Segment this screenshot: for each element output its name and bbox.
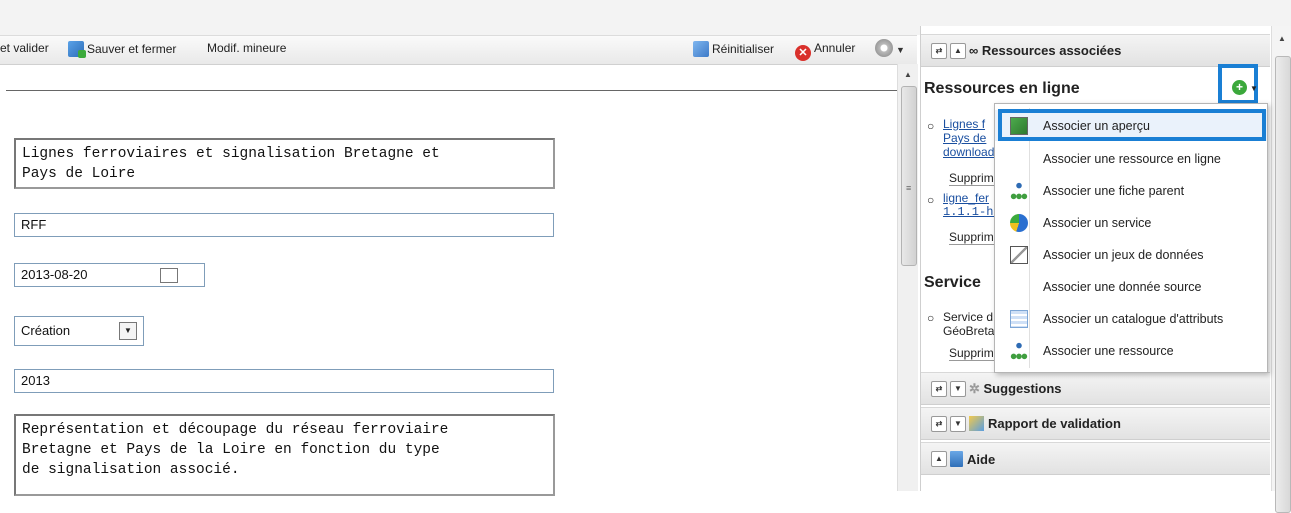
reset-label: Réinitialiser bbox=[712, 42, 775, 56]
associated-resources-header[interactable]: ⇄ ▲ ∞ Ressources associées bbox=[921, 34, 1270, 67]
cancel-label: Annuler bbox=[814, 41, 856, 55]
refresh-icon[interactable]: ⇄ bbox=[931, 416, 947, 432]
bullet-icon: ○ bbox=[927, 193, 935, 207]
tree-icon bbox=[1010, 182, 1028, 200]
dataset-icon bbox=[1010, 246, 1028, 264]
collapse-icon[interactable]: ▲ bbox=[950, 43, 966, 59]
year-input[interactable]: 2013 bbox=[14, 369, 554, 393]
divider bbox=[6, 90, 897, 91]
service-item-line2: GéoBreta bbox=[943, 324, 995, 338]
menu-item-associate-dataset[interactable]: Associer un jeux de données bbox=[995, 239, 1267, 270]
report-icon bbox=[969, 416, 984, 431]
validation-report-title: Rapport de validation bbox=[969, 416, 1121, 431]
add-resource-menu: Associer un aperçu Associer une ressourc… bbox=[994, 103, 1268, 373]
side-panel-scrollbar[interactable]: ▲ bbox=[1271, 26, 1291, 513]
highlight-frame bbox=[998, 109, 1266, 141]
menu-item-label: Associer un jeux de données bbox=[1043, 248, 1204, 262]
save-close-label: Sauver et fermer bbox=[87, 42, 177, 56]
menu-item-associate-source[interactable]: Associer une donnée source bbox=[995, 271, 1267, 302]
associated-resources-title: ∞ Ressources associées bbox=[969, 43, 1121, 58]
scrollbar-thumb[interactable] bbox=[1275, 56, 1291, 513]
delete-service-button[interactable]: Supprim bbox=[949, 346, 994, 361]
menu-item-label: Associer une ressource en ligne bbox=[1043, 152, 1221, 166]
tree-icon bbox=[1010, 342, 1028, 360]
validation-report-label: Rapport de validation bbox=[988, 416, 1121, 431]
menu-item-associate-parent[interactable]: Associer une fiche parent bbox=[995, 175, 1267, 206]
organisation-input[interactable]: RFF bbox=[14, 213, 554, 237]
menu-item-associate-online-resource[interactable]: Associer une ressource en ligne bbox=[995, 143, 1267, 174]
grip-icon: ≡ bbox=[906, 183, 912, 193]
scrollbar-thumb[interactable]: ≡ bbox=[901, 86, 917, 266]
online-resource-link-2[interactable]: ligne_fer bbox=[943, 191, 989, 205]
add-resource-button[interactable]: + ▼ bbox=[1218, 64, 1258, 104]
book-icon bbox=[950, 451, 963, 467]
add-icon: + bbox=[1232, 80, 1247, 95]
gear-icon: ✲ bbox=[969, 381, 984, 396]
calendar-icon[interactable] bbox=[160, 268, 178, 283]
gear-icon bbox=[875, 39, 893, 57]
validation-report-header[interactable]: ⇄ ▼ Rapport de validation bbox=[921, 407, 1270, 440]
suggestions-label: Suggestions bbox=[983, 381, 1062, 396]
cancel-button[interactable]: ✕ Annuler bbox=[795, 41, 855, 61]
cancel-icon: ✕ bbox=[795, 45, 811, 61]
link-icon: ∞ bbox=[969, 43, 982, 58]
help-header[interactable]: ▲ Aide bbox=[921, 442, 1270, 475]
service-item-line1: Service d bbox=[943, 310, 994, 324]
menu-item-label: Associer un service bbox=[1043, 216, 1152, 230]
online-resource-link-1-line3[interactable]: download bbox=[943, 145, 994, 159]
reset-button[interactable]: Réinitialiser bbox=[693, 41, 774, 57]
service-icon bbox=[1010, 214, 1028, 232]
refresh-icon[interactable]: ⇄ bbox=[931, 43, 947, 59]
menu-item-associate-service[interactable]: Associer un service bbox=[995, 207, 1267, 238]
settings-menu-button[interactable]: ▼ bbox=[875, 39, 905, 57]
refresh-icon[interactable]: ⇄ bbox=[931, 381, 947, 397]
scroll-up-icon[interactable]: ▲ bbox=[1278, 34, 1286, 43]
scroll-up-icon[interactable]: ▲ bbox=[904, 70, 912, 79]
delete-resource-button-2[interactable]: Supprim bbox=[949, 230, 994, 245]
online-resource-link-1[interactable]: Lignes f bbox=[943, 117, 985, 131]
menu-item-associate-resource[interactable]: Associer une ressource bbox=[995, 335, 1267, 366]
delete-resource-button-1[interactable]: Supprim bbox=[949, 171, 994, 186]
help-label: Aide bbox=[967, 452, 996, 467]
editor-toolbar: et valider Sauver et fermer Modif. mineu… bbox=[0, 35, 917, 65]
date-value: 2013-08-20 bbox=[21, 267, 88, 282]
catalog-icon bbox=[1010, 310, 1028, 328]
menu-item-label: Associer une ressource bbox=[1043, 344, 1174, 358]
save-icon bbox=[68, 41, 86, 58]
chevron-down-icon: ▼ bbox=[1250, 84, 1258, 93]
suggestions-header[interactable]: ⇄ ▼ ✲ Suggestions bbox=[921, 372, 1270, 405]
date-type-value: Création bbox=[21, 323, 71, 338]
associated-resources-label: Ressources associées bbox=[981, 43, 1122, 58]
help-title: Aide bbox=[950, 451, 995, 467]
metadata-form: Lignes ferroviaires et signalisation Bre… bbox=[0, 64, 897, 496]
select-chevron-down-icon[interactable]: ▼ bbox=[119, 322, 137, 340]
online-resource-link-1-line2[interactable]: Pays de bbox=[943, 131, 986, 145]
bullet-icon: ○ bbox=[927, 119, 935, 133]
title-textarea[interactable]: Lignes ferroviaires et signalisation Bre… bbox=[14, 138, 555, 189]
chevron-down-icon: ▼ bbox=[896, 45, 905, 55]
service-heading: Service bbox=[924, 274, 981, 291]
bullet-icon: ○ bbox=[927, 311, 935, 325]
save-validate-button[interactable]: et valider bbox=[0, 41, 49, 55]
menu-item-associate-catalog[interactable]: Associer un catalogue d'attributs bbox=[995, 303, 1267, 334]
menu-item-label: Associer une fiche parent bbox=[1043, 184, 1185, 198]
online-resources-heading: Ressources en ligne bbox=[924, 80, 1080, 97]
suggestions-title: ✲ Suggestions bbox=[969, 381, 1062, 397]
expand-icon[interactable]: ▼ bbox=[950, 381, 966, 397]
collapse-icon[interactable]: ▲ bbox=[931, 451, 947, 467]
abstract-textarea[interactable]: Représentation et découpage du réseau fe… bbox=[14, 414, 555, 496]
form-scrollbar[interactable]: ▲ ≡ bbox=[897, 64, 918, 491]
reset-icon bbox=[693, 41, 709, 57]
menu-item-label: Associer une donnée source bbox=[1043, 280, 1202, 294]
save-close-button[interactable]: Sauver et fermer bbox=[68, 41, 177, 58]
expand-icon[interactable]: ▼ bbox=[950, 416, 966, 432]
menu-item-label: Associer un catalogue d'attributs bbox=[1043, 312, 1224, 326]
minor-edit-button[interactable]: Modif. mineure bbox=[207, 41, 286, 55]
